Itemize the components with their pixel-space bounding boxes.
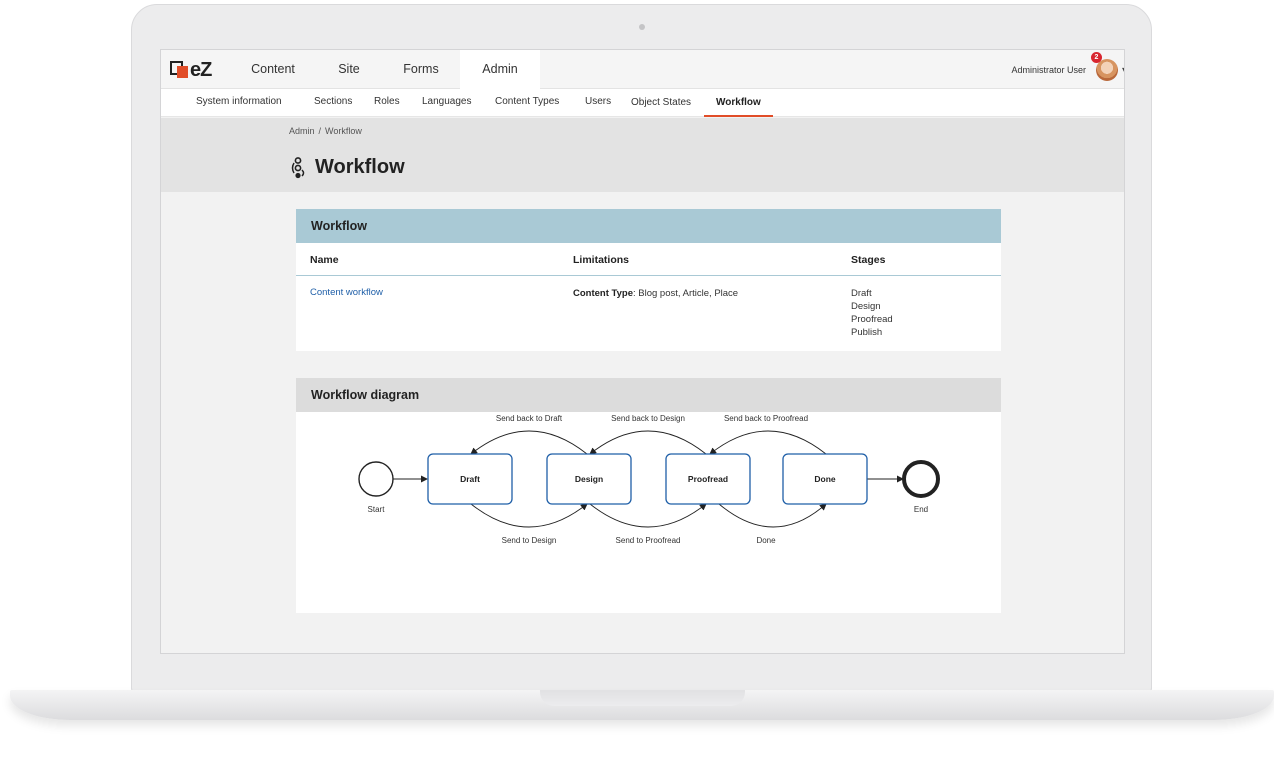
user-menu[interactable]: Administrator User 2 ▾ bbox=[1011, 50, 1124, 89]
workflow-name-link[interactable]: Content workflow bbox=[310, 286, 383, 299]
transition-arrow bbox=[718, 503, 827, 528]
subnav-object-states[interactable]: Object States bbox=[631, 90, 691, 118]
node-label: Design bbox=[575, 474, 603, 484]
column-header-limitations: Limitations bbox=[573, 254, 630, 266]
workflow-diagram: Start End Draft Design Proofread Done Se… bbox=[358, 414, 940, 545]
forward-transition-label: Send to Proofread bbox=[616, 536, 681, 545]
subnav-users[interactable]: Users bbox=[585, 89, 611, 117]
subnav-languages[interactable]: Languages bbox=[422, 89, 472, 117]
node-label: Draft bbox=[460, 474, 480, 484]
workflow-limitations: Content Type: Blog post, Article, Place bbox=[573, 287, 738, 300]
end-node bbox=[902, 460, 940, 498]
camera-dot bbox=[639, 24, 645, 30]
workflow-name[interactable]: Content workflow bbox=[310, 287, 383, 298]
subnav-sections[interactable]: Sections bbox=[314, 89, 352, 117]
subnav-system-information[interactable]: System information bbox=[196, 89, 282, 117]
stage-item: Design bbox=[851, 301, 881, 312]
ez-logo[interactable]: eZ bbox=[170, 59, 212, 81]
workflow-table-panel: Workflow Name Limitations Stages Content… bbox=[296, 209, 1001, 351]
limitation-label: Content Type bbox=[573, 288, 633, 299]
logo-text: eZ bbox=[190, 59, 212, 81]
node-label: Proofread bbox=[688, 474, 728, 484]
workflow-diagram-panel: Workflow diagram Start End Draft Design … bbox=[296, 378, 1001, 613]
tab-forms[interactable]: Forms bbox=[383, 50, 459, 89]
back-transition-label: Send back to Draft bbox=[496, 414, 563, 423]
column-header-stages: Stages bbox=[851, 254, 886, 266]
tab-admin[interactable]: Admin bbox=[460, 50, 540, 89]
transition-arrow bbox=[470, 503, 588, 528]
back-transition-label: Send back to Design bbox=[611, 414, 685, 423]
tab-site[interactable]: Site bbox=[311, 50, 387, 89]
workflow-stages: Draft Design Proofread Publish bbox=[851, 287, 893, 339]
node-label: Done bbox=[814, 474, 836, 484]
back-transition-label: Send back to Proofread bbox=[724, 414, 808, 423]
subnav-workflow[interactable]: Workflow bbox=[704, 90, 773, 117]
top-navigation-bar: eZ Content Site Forms Admin Administrato… bbox=[161, 50, 1124, 89]
chevron-down-icon[interactable]: ▾ bbox=[1122, 65, 1124, 74]
breadcrumb-admin[interactable]: Admin bbox=[289, 126, 315, 136]
limitation-value: : Blog post, Article, Place bbox=[633, 288, 739, 299]
subnav-roles[interactable]: Roles bbox=[374, 89, 400, 117]
stage-item: Publish bbox=[851, 327, 883, 338]
workflow-table-title: Workflow bbox=[296, 209, 1001, 243]
end-label: End bbox=[914, 505, 928, 514]
breadcrumb-separator: / bbox=[318, 126, 322, 136]
page-title-block: Workflow bbox=[289, 156, 405, 179]
page-title: Workflow bbox=[315, 156, 405, 178]
breadcrumb-workflow: Workflow bbox=[325, 126, 362, 136]
stage-item: Proofread bbox=[851, 314, 893, 325]
page-header: Admin / Workflow Workflow bbox=[161, 118, 1124, 192]
column-header-name: Name bbox=[310, 254, 339, 266]
notification-badge[interactable]: 2 bbox=[1090, 51, 1102, 63]
workflow-icon bbox=[291, 156, 305, 178]
workflow-diagram-title: Workflow diagram bbox=[296, 378, 1001, 412]
app-screen: eZ Content Site Forms Admin Administrato… bbox=[160, 49, 1125, 654]
stage-item: Draft bbox=[851, 288, 872, 299]
admin-subnav: System information Sections Roles Langua… bbox=[161, 89, 1124, 118]
avatar[interactable]: 2 bbox=[1090, 51, 1118, 81]
table-header-divider bbox=[296, 275, 1001, 276]
forward-transition-label: Done bbox=[756, 536, 776, 545]
start-node bbox=[358, 461, 394, 497]
tab-content[interactable]: Content bbox=[235, 50, 311, 89]
transition-arrow bbox=[589, 430, 707, 455]
subnav-content-types[interactable]: Content Types bbox=[495, 89, 559, 117]
start-label: Start bbox=[368, 505, 386, 514]
transition-arrow bbox=[709, 430, 827, 455]
forward-transition-label: Send to Design bbox=[502, 536, 557, 545]
user-name[interactable]: Administrator User bbox=[1011, 65, 1086, 75]
breadcrumb: Admin / Workflow bbox=[289, 126, 362, 136]
logo-icon bbox=[170, 61, 188, 79]
transition-arrow bbox=[470, 430, 588, 455]
laptop-notch bbox=[540, 690, 745, 706]
transition-arrow bbox=[589, 503, 707, 528]
